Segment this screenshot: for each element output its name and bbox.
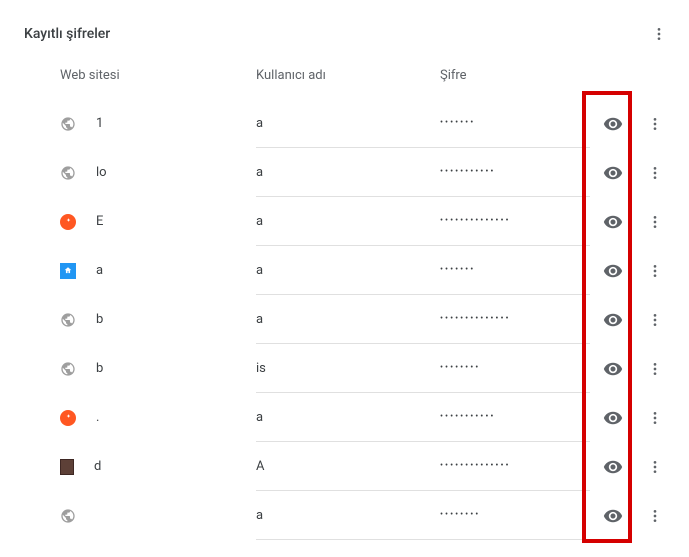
site-cell[interactable]: b <box>60 312 256 328</box>
password-row[interactable]: Ea•••••••••••••• <box>0 197 689 246</box>
password-row[interactable]: aa••••••• <box>0 246 689 295</box>
password-cell: •••••••••••••• <box>440 197 590 246</box>
site-cell[interactable]: a <box>60 263 256 279</box>
show-password-button[interactable] <box>603 163 623 183</box>
row-more-button[interactable] <box>645 261 665 281</box>
site-text: lo <box>96 165 107 180</box>
username-cell: a <box>256 99 440 148</box>
password-cell: ••••••• <box>440 246 590 295</box>
username-cell: is <box>256 344 440 393</box>
col-header-pass: Şifre <box>440 68 689 83</box>
globe-icon <box>60 508 76 524</box>
password-row[interactable]: b a•••••••••••••• <box>0 295 689 344</box>
site-cell[interactable]: lo <box>60 165 256 181</box>
row-more-button[interactable] <box>645 359 665 379</box>
section-title: Kayıtlı şifreler <box>24 26 110 42</box>
row-more-button[interactable] <box>645 212 665 232</box>
show-password-button[interactable] <box>603 506 623 526</box>
music-note-icon <box>60 214 76 230</box>
username-cell: A <box>256 442 440 491</box>
show-password-button[interactable] <box>603 359 623 379</box>
music-note-icon <box>60 410 76 426</box>
show-password-button[interactable] <box>603 457 623 477</box>
site-cell[interactable]: E <box>60 214 256 230</box>
home-icon <box>60 263 76 279</box>
password-row[interactable]: 1 a••••••• <box>0 99 689 148</box>
site-text: b <box>96 361 103 376</box>
site-cell[interactable]: 1 <box>60 116 256 132</box>
password-cell: •••••••• <box>440 491 590 540</box>
username-cell: a <box>256 197 440 246</box>
password-cell: ••••••••••• <box>440 393 590 442</box>
username-cell: a <box>256 148 440 197</box>
row-more-button[interactable] <box>645 163 665 183</box>
section-more-button[interactable] <box>649 24 669 44</box>
password-cell: •••••••• <box>440 344 590 393</box>
site-text: b <box>96 312 103 327</box>
username-cell: a <box>256 393 440 442</box>
col-header-site: Web sitesi <box>60 68 256 83</box>
row-more-button[interactable] <box>645 506 665 526</box>
row-more-button[interactable] <box>645 114 665 134</box>
book-icon <box>60 459 74 475</box>
site-text: 1 <box>96 116 103 131</box>
username-cell: a <box>256 295 440 344</box>
site-text: a <box>96 263 103 278</box>
site-text: d <box>94 459 101 474</box>
column-headers: Web sitesi Kullanıcı adı Şifre <box>0 52 689 99</box>
globe-icon <box>60 116 76 132</box>
site-cell[interactable]: b <box>60 361 256 377</box>
row-more-button[interactable] <box>645 310 665 330</box>
password-row[interactable]: b is•••••••• <box>0 344 689 393</box>
site-cell[interactable]: d <box>60 459 256 475</box>
site-cell[interactable] <box>60 508 256 524</box>
password-cell: ••••••• <box>440 99 590 148</box>
password-row[interactable]: . a••••••••••• <box>0 393 689 442</box>
password-row[interactable]: a•••••••• <box>0 491 689 540</box>
row-more-button[interactable] <box>645 408 665 428</box>
username-cell: a <box>256 246 440 295</box>
show-password-button[interactable] <box>603 261 623 281</box>
globe-icon <box>60 165 76 181</box>
row-more-button[interactable] <box>645 457 665 477</box>
show-password-button[interactable] <box>603 114 623 134</box>
show-password-button[interactable] <box>603 408 623 428</box>
site-cell[interactable]: . <box>60 410 256 426</box>
show-password-button[interactable] <box>603 310 623 330</box>
password-cell: •••••••••••••• <box>440 442 590 491</box>
globe-icon <box>60 361 76 377</box>
password-row[interactable]: lo a••••••••••• <box>0 148 689 197</box>
show-password-button[interactable] <box>603 212 623 232</box>
password-row[interactable]: d A•••••••••••••• <box>0 442 689 491</box>
password-cell: ••••••••••• <box>440 148 590 197</box>
password-cell: •••••••••••••• <box>440 295 590 344</box>
col-header-user: Kullanıcı adı <box>256 68 440 83</box>
site-text: E <box>96 214 103 229</box>
site-text: . <box>96 410 99 425</box>
username-cell: a <box>256 491 440 540</box>
globe-icon <box>60 312 76 328</box>
